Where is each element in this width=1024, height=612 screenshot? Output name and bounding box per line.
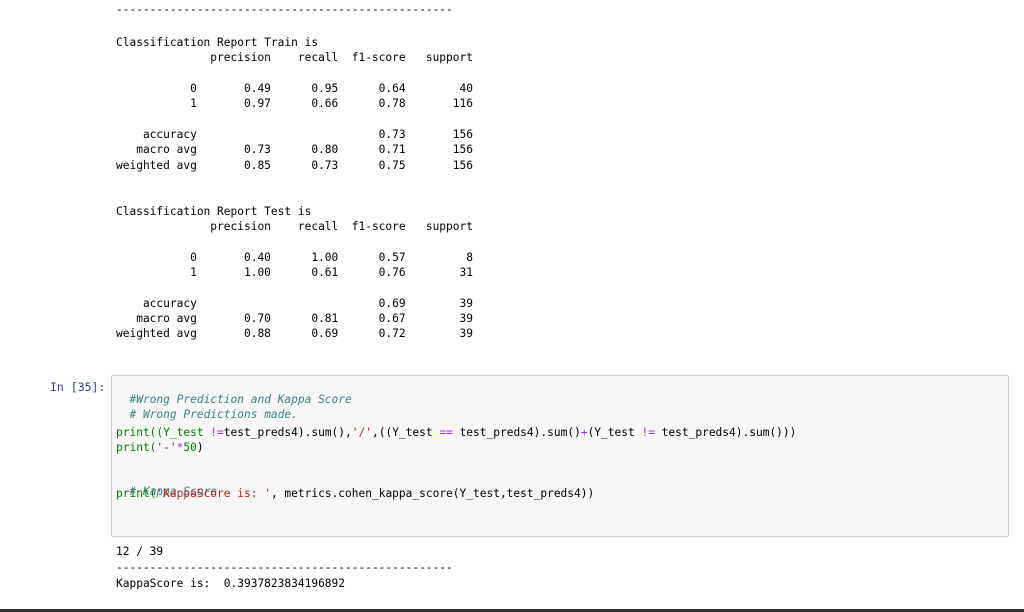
output-wrong-count: 12 / 39: [116, 545, 164, 558]
code-token: test_preds4).sum(),: [223, 426, 352, 439]
train-row-weighted-avg: weighted avg 0.85 0.73 0.75 156: [116, 159, 473, 172]
code-token: '/': [351, 426, 372, 439]
test-row-macro-avg: macro avg 0.70 0.81 0.67 39: [116, 312, 473, 325]
test-report-header: precision recall f1-score support: [116, 220, 473, 233]
train-report-title: Classification Report Train is: [116, 36, 319, 49]
train-row-1: 1 0.97 0.66 0.78 116: [116, 97, 473, 110]
test-row-weighted-avg: weighted avg 0.88 0.69 0.72 39: [116, 327, 473, 340]
code-token: (Y_test: [587, 426, 642, 439]
code-token: print(: [116, 441, 157, 454]
comment-text: # Wrong Predictions made.: [129, 408, 298, 421]
train-row-0: 0 0.49 0.95 0.64 40: [116, 82, 473, 95]
train-row-macro-avg: macro avg 0.73 0.80 0.71 156: [116, 143, 473, 156]
output-kappa-score: KappaScore is: 0.3937823834196892: [116, 577, 346, 590]
code-token: '-': [156, 441, 177, 454]
code-line-comment-2: # Wrong Predictions made.: [116, 395, 298, 421]
test-row-0: 0 0.40 1.00 0.57 8: [116, 251, 473, 264]
test-report-title: Classification Report Test is: [116, 205, 312, 218]
code-token: test_preds4).sum())): [654, 426, 797, 439]
output-dashes: ----------------------------------------…: [116, 561, 453, 574]
code-token: +: [580, 426, 588, 439]
code-token: 'KappaScore is: ': [156, 487, 271, 500]
code-line-print-wrong: print((Y_test !=test_preds4).sum(),'/',(…: [116, 426, 796, 439]
code-token: , metrics.cohen_kappa_score(Y_test,test_…: [270, 487, 595, 500]
code-token: !=: [210, 426, 224, 439]
code-token: ): [196, 441, 204, 454]
train-report-header: precision recall f1-score support: [116, 51, 473, 64]
code-token: test_preds4).sum(): [452, 426, 581, 439]
code-line-print-kappa: print('KappaScore is: ', metrics.cohen_k…: [116, 487, 594, 500]
code-token: !=: [641, 426, 655, 439]
train-row-accuracy: accuracy 0.73 156: [116, 128, 473, 141]
code-token: ==: [439, 426, 453, 439]
cell-prompt: In [35]:: [50, 380, 106, 394]
code-line-print-dashes: print('-'*50): [116, 441, 204, 454]
code-token: 50: [183, 441, 197, 454]
code-token: ,((Y_test: [371, 426, 440, 439]
code-token: print(: [116, 487, 157, 500]
test-row-accuracy: accuracy 0.69 39: [116, 297, 473, 310]
test-row-1: 1 1.00 0.61 0.76 31: [116, 266, 473, 279]
code-token: print((Y_test: [116, 426, 211, 439]
top-dashes: ----------------------------------------…: [116, 3, 453, 16]
